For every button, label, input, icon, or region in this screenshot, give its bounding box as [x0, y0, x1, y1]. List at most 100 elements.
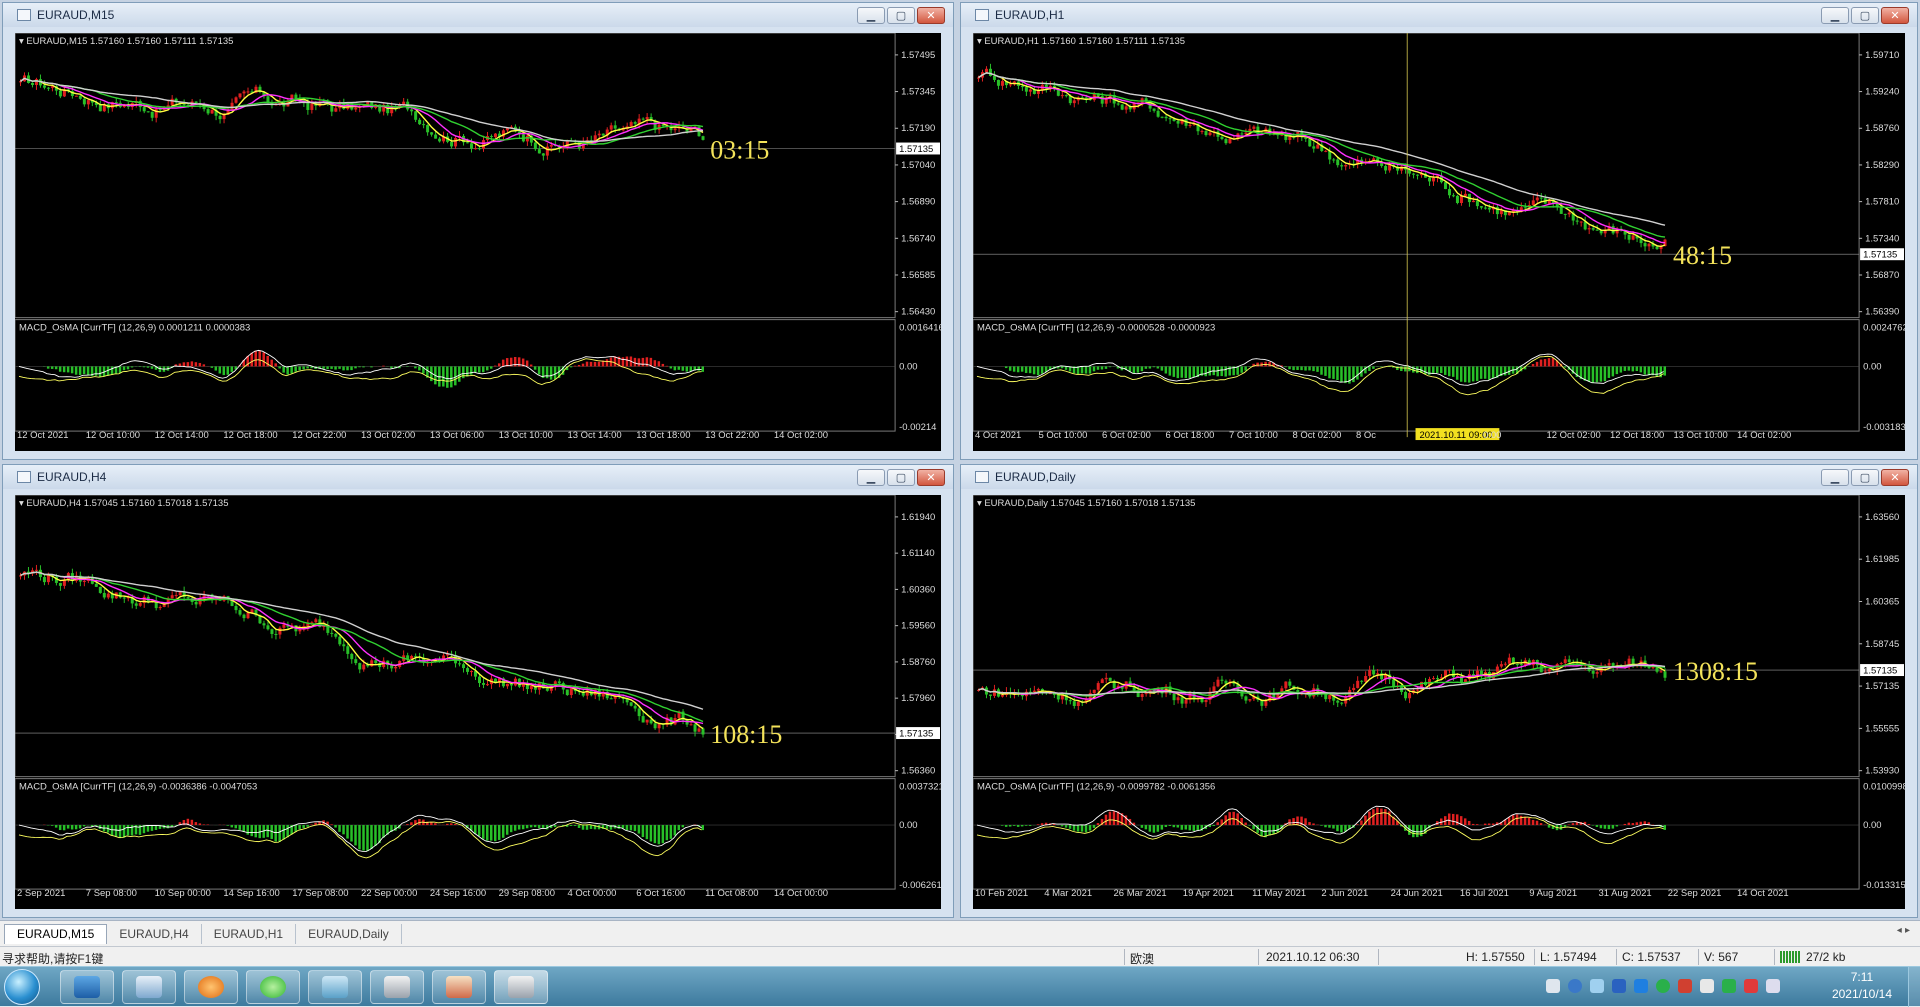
macd-header: MACD_OsMA [CurrTF] (12,26,9) 0.0001211 0… — [19, 323, 250, 334]
chart-window-d1[interactable]: EURAUD,Daily ▁ ▢ ✕ ▾ EURAUD,Daily 1.5704… — [960, 464, 1918, 918]
candle — [1612, 226, 1615, 233]
volume-icon[interactable] — [1700, 979, 1714, 993]
candle — [1452, 195, 1455, 196]
candle — [426, 125, 429, 132]
system-clock[interactable]: 7:11 2021/10/14 — [1832, 969, 1892, 1003]
time-axis-label: 24 Sep 16:00 — [430, 888, 486, 899]
chart-window-h1[interactable]: EURAUD,H1 ▁ ▢ ✕ ▾ EURAUD,H1 1.57160 1.57… — [960, 2, 1918, 460]
price-scale-label: 1.57040 — [901, 160, 935, 171]
time-axis-label: 4 Oct 00:00 — [567, 888, 616, 899]
keyboard-icon[interactable] — [1546, 979, 1560, 993]
mute-icon[interactable] — [1744, 979, 1758, 993]
price-chart-svg: ▾ EURAUD,M15 1.57160 1.57160 1.57111 1.5… — [15, 33, 941, 451]
candle — [235, 97, 238, 102]
status-volume: V: 567 — [1704, 950, 1738, 964]
maximize-button[interactable]: ▢ — [887, 469, 915, 486]
moving-average-line — [20, 572, 703, 723]
tab-scroll-arrows-icon[interactable]: ◂ ▸ — [1897, 925, 1910, 936]
minimize-button[interactable]: ▁ — [1821, 7, 1849, 24]
candle — [1264, 701, 1267, 706]
chart-window-h4[interactable]: EURAUD,H4 ▁ ▢ ✕ ▾ EURAUD,H4 1.57045 1.57… — [2, 464, 954, 918]
candle-countdown-timer: 1308:15 — [1673, 657, 1758, 686]
price-scale-label: 1.59560 — [901, 621, 935, 632]
candle — [410, 109, 413, 111]
chart-canvas[interactable]: ▾ EURAUD,H4 1.57045 1.57160 1.57018 1.57… — [15, 495, 941, 909]
macd-scale-label: 0.00 — [899, 361, 917, 372]
candle — [1173, 693, 1176, 700]
close-button[interactable]: ✕ — [917, 469, 945, 486]
profile-name[interactable]: 欧澳 — [1130, 950, 1154, 967]
paint-icon[interactable] — [432, 970, 486, 1004]
security-icon[interactable] — [1678, 979, 1692, 993]
time-axis-label: 12 Oct 14:00 — [155, 430, 209, 441]
close-button[interactable]: ✕ — [1881, 7, 1909, 24]
candle — [79, 96, 82, 99]
macd-scale-label: -0.003183 — [1863, 422, 1905, 433]
candle — [1456, 196, 1459, 203]
candle — [1240, 133, 1243, 134]
chart-tab-bar: EURAUD,M15 EURAUD,H4 EURAUD,H1 EURAUD,Da… — [0, 920, 1920, 946]
network-share-icon[interactable] — [1634, 979, 1648, 993]
show-desktop-app-icon[interactable] — [60, 970, 114, 1004]
show-desktop-button[interactable] — [1908, 967, 1920, 1007]
tab-euraud-h4[interactable]: EURAUD,H4 — [107, 924, 201, 944]
close-button[interactable]: ✕ — [1881, 469, 1909, 486]
close-button[interactable]: ✕ — [917, 7, 945, 24]
maximize-button[interactable]: ▢ — [887, 7, 915, 24]
candle — [1532, 200, 1535, 205]
candle — [1097, 683, 1100, 690]
start-button[interactable] — [4, 969, 40, 1005]
chart-canvas[interactable]: ▾ EURAUD,M15 1.57160 1.57160 1.57111 1.5… — [15, 33, 941, 451]
candle — [247, 91, 250, 92]
maximize-button[interactable]: ▢ — [1851, 7, 1879, 24]
candle — [1181, 697, 1184, 703]
wechat-tray-icon[interactable] — [1656, 979, 1670, 993]
metatrader-icon[interactable] — [370, 970, 424, 1004]
maximize-button[interactable]: ▢ — [1851, 469, 1879, 486]
candle — [1496, 667, 1499, 672]
chart-canvas[interactable]: ▾ EURAUD,H1 1.57160 1.57160 1.57111 1.57… — [973, 33, 1905, 451]
window-titlebar[interactable]: EURAUD,M15 ▁ ▢ ✕ — [3, 3, 953, 27]
control-panel-icon[interactable] — [122, 970, 176, 1004]
signal-icon[interactable] — [1766, 979, 1780, 993]
notepad-icon[interactable] — [308, 970, 362, 1004]
bluetooth-icon[interactable] — [1612, 979, 1626, 993]
help-icon[interactable] — [1568, 979, 1582, 993]
chart-window-icon — [975, 9, 989, 21]
window-titlebar[interactable]: EURAUD,H1 ▁ ▢ ✕ — [961, 3, 1917, 27]
chart-window-m15[interactable]: EURAUD,M15 ▁ ▢ ✕ ▾ EURAUD,M15 1.57160 1.… — [2, 2, 954, 460]
time-axis-label: 13 Oct 22:00 — [705, 430, 759, 441]
chart-canvas[interactable]: ▾ EURAUD,Daily 1.57045 1.57160 1.57018 1… — [973, 495, 1905, 909]
tab-euraud-daily[interactable]: EURAUD,Daily — [296, 924, 402, 944]
window-titlebar[interactable]: EURAUD,H4 ▁ ▢ ✕ — [3, 465, 953, 489]
candle — [1480, 206, 1483, 208]
minimize-button[interactable]: ▁ — [857, 7, 885, 24]
candle — [550, 145, 553, 147]
antivirus-icon[interactable] — [1722, 979, 1736, 993]
candle — [1141, 694, 1144, 697]
browser-icon[interactable] — [184, 970, 238, 1004]
candle — [262, 623, 265, 625]
window-titlebar[interactable]: EURAUD,Daily ▁ ▢ ✕ — [961, 465, 1917, 489]
candle — [1464, 194, 1467, 196]
metatrader-active-icon[interactable] — [494, 970, 548, 1004]
minimize-button[interactable]: ▁ — [1821, 469, 1849, 486]
wechat-icon[interactable] — [246, 970, 300, 1004]
time-axis-label: 19 Apr 2021 — [1183, 888, 1234, 899]
candle — [59, 91, 62, 97]
candle — [1224, 139, 1227, 143]
minimize-button[interactable]: ▁ — [857, 469, 885, 486]
moving-average-line — [20, 78, 703, 141]
tab-euraud-m15[interactable]: EURAUD,M15 — [4, 924, 107, 944]
price-scale-label: 1.61140 — [901, 548, 935, 559]
candle — [650, 720, 653, 724]
chart-symbol-header: ▾ EURAUD,M15 1.57160 1.57160 1.57111 1.5… — [19, 36, 233, 47]
candle — [430, 132, 433, 134]
candle — [1520, 664, 1523, 665]
price-scale-label: 1.58760 — [901, 657, 935, 668]
candle — [1001, 695, 1004, 697]
candle — [1504, 664, 1507, 665]
candle — [993, 689, 996, 696]
settings-icon[interactable] — [1590, 979, 1604, 993]
tab-euraud-h1[interactable]: EURAUD,H1 — [202, 924, 296, 944]
